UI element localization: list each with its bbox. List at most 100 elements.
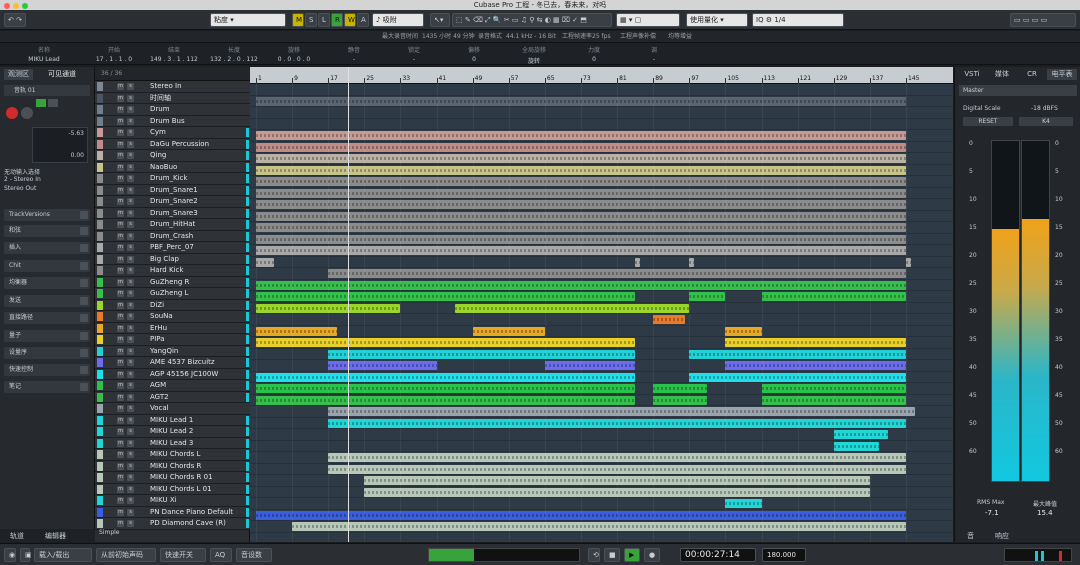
- mute-button[interactable]: m: [117, 209, 124, 217]
- track-row[interactable]: m s Big Clap: [95, 253, 250, 265]
- track-lane[interactable]: [250, 84, 953, 96]
- track-color-swatch[interactable]: [97, 266, 103, 275]
- track-lane[interactable]: [250, 475, 953, 487]
- track-color-swatch[interactable]: [97, 105, 103, 114]
- undo-redo-icons[interactable]: ↶ ↷: [4, 13, 26, 27]
- solo-button[interactable]: s: [127, 255, 134, 263]
- track-lane[interactable]: [250, 498, 953, 510]
- tempo-display[interactable]: 180.000: [762, 548, 806, 562]
- track-row[interactable]: m s Qing: [95, 150, 250, 162]
- track-row[interactable]: m s Drum Bus: [95, 115, 250, 127]
- info-lock[interactable]: 锁定 -: [384, 45, 444, 63]
- solo-button[interactable]: s: [127, 278, 134, 286]
- track-lane[interactable]: [250, 326, 953, 337]
- mute-button[interactable]: m: [117, 439, 124, 447]
- section-chit[interactable]: Chit: [4, 260, 90, 272]
- mute-button[interactable]: m: [117, 382, 124, 389]
- mute-button[interactable]: m: [117, 140, 124, 148]
- track-lane[interactable]: [250, 96, 953, 107]
- audio-event[interactable]: [256, 326, 338, 336]
- track-color-swatch[interactable]: [97, 162, 103, 172]
- solo-button[interactable]: s: [127, 370, 134, 378]
- tab-response[interactable]: 响应: [995, 531, 1009, 541]
- track-color-swatch[interactable]: [97, 277, 103, 287]
- solo-button[interactable]: s: [127, 428, 134, 435]
- audio-event[interactable]: [256, 292, 636, 301]
- transport-progress-bar[interactable]: [428, 548, 580, 562]
- tab-media[interactable]: 媒体: [987, 69, 1017, 80]
- audio-event[interactable]: [653, 315, 685, 324]
- stop-icon[interactable]: ■: [604, 548, 620, 562]
- section-sends[interactable]: 发送: [4, 295, 90, 307]
- info-transpose[interactable]: 偏移 0: [444, 45, 504, 63]
- meter-mode-button[interactable]: K4: [1019, 117, 1073, 126]
- track-row[interactable]: m s Drum_Snare3: [95, 207, 250, 219]
- audio-event[interactable]: [292, 522, 906, 531]
- solo-button[interactable]: s: [127, 209, 134, 217]
- info-velocity[interactable]: 力度 0: [564, 45, 624, 63]
- track-color-swatch[interactable]: [97, 116, 103, 126]
- mute-button[interactable]: m: [117, 347, 124, 355]
- track-color-swatch[interactable]: [97, 358, 103, 367]
- track-color-swatch[interactable]: [97, 312, 103, 321]
- track-color-swatch[interactable]: [97, 473, 103, 482]
- solo-button[interactable]: s: [127, 508, 134, 516]
- tab-sound[interactable]: 音: [967, 531, 974, 541]
- tab-inspector[interactable]: 观测区: [4, 69, 33, 80]
- track-lane[interactable]: [250, 280, 953, 291]
- mute-button[interactable]: m: [117, 106, 124, 113]
- audio-event[interactable]: [328, 361, 437, 370]
- mute-button[interactable]: m: [117, 221, 124, 228]
- grid-selector[interactable]: ▦ ▾ ▢: [616, 13, 680, 27]
- audio-event[interactable]: [653, 395, 708, 405]
- mute-button[interactable]: m: [117, 324, 124, 332]
- mute-button[interactable]: m: [117, 129, 124, 136]
- track-lane[interactable]: [250, 314, 953, 326]
- track-color-swatch[interactable]: [97, 427, 103, 436]
- project-cursor[interactable]: [348, 67, 350, 542]
- flag-m-button[interactable]: M: [292, 13, 304, 27]
- record-enable-icon[interactable]: [6, 107, 18, 119]
- play-icon[interactable]: ▶: [624, 548, 640, 562]
- solo-button[interactable]: s: [127, 439, 134, 447]
- solo-button[interactable]: s: [127, 301, 134, 309]
- cycle-transport-icon[interactable]: ⟲: [588, 548, 600, 562]
- solo-button[interactable]: s: [127, 244, 134, 251]
- window-layout-icons[interactable]: ▭ ▭ ▭ ▭: [1010, 13, 1076, 27]
- track-lane[interactable]: [250, 119, 953, 130]
- mute-button[interactable]: m: [117, 497, 124, 504]
- solo-button[interactable]: s: [127, 485, 134, 493]
- track-color-swatch[interactable]: [97, 185, 103, 195]
- track-lane[interactable]: [250, 245, 953, 257]
- section-settings[interactable]: 设量序: [4, 347, 90, 359]
- track-row[interactable]: m s Vocal: [95, 403, 250, 415]
- track-color-swatch[interactable]: [97, 208, 103, 218]
- track-row[interactable]: m s Drum_Crash: [95, 230, 250, 242]
- info-name[interactable]: 名称 MIKU Lead: [14, 45, 74, 63]
- mute-button[interactable]: m: [117, 198, 124, 205]
- section-direct-routing[interactable]: 直接路径: [4, 312, 90, 324]
- track-color-swatch[interactable]: [97, 335, 103, 344]
- track-lane[interactable]: [250, 165, 953, 176]
- section-inserts[interactable]: 插入: [4, 242, 90, 254]
- mute-button[interactable]: m: [117, 301, 124, 309]
- track-lane[interactable]: [250, 107, 953, 119]
- track-row[interactable]: m s Drum: [95, 104, 250, 116]
- solo-button[interactable]: s: [127, 324, 134, 332]
- info-mute[interactable]: 静音 -: [324, 45, 384, 63]
- info-offset[interactable]: 旋移 0 . 0 . 0 . 0: [264, 45, 324, 63]
- audio-event[interactable]: [833, 430, 888, 439]
- section-notes[interactable]: 笔记: [4, 381, 90, 393]
- track-name-field[interactable]: 音轨 01: [4, 85, 90, 96]
- track-row[interactable]: m s PIPa: [95, 334, 250, 346]
- mute-button[interactable]: m: [117, 290, 124, 297]
- track-lane[interactable]: [250, 372, 953, 383]
- info-key[interactable]: 调-: [624, 45, 684, 63]
- punch-button[interactable]: 从前初始声码: [96, 548, 156, 562]
- track-row[interactable]: m s Drum_Snare1: [95, 184, 250, 196]
- track-color-swatch[interactable]: [97, 300, 103, 310]
- mute-button[interactable]: m: [117, 474, 124, 481]
- tab-visibility[interactable]: 可见通道: [44, 69, 80, 80]
- track-color-swatch[interactable]: [97, 381, 103, 390]
- tab-vsti[interactable]: VSTi: [957, 69, 987, 80]
